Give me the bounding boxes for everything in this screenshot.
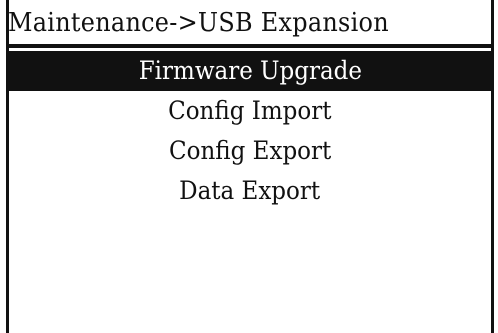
page-title: Maintenance->USB Expansion bbox=[8, 8, 389, 38]
menu-item-label: Config Import bbox=[168, 96, 332, 125]
device-screen: Maintenance->USB Expansion Firmware Upgr… bbox=[0, 0, 498, 333]
menu-item-config-export[interactable]: Config Export bbox=[9, 131, 491, 171]
menu-item-label: Config Export bbox=[168, 136, 332, 165]
title-divider bbox=[6, 44, 494, 48]
menu-item-label: Data Export bbox=[179, 176, 321, 205]
menu-item-data-export[interactable]: Data Export bbox=[9, 171, 491, 211]
usb-expansion-menu: Firmware Upgrade Config Import Config Ex… bbox=[9, 51, 491, 211]
screen-border-right bbox=[491, 0, 494, 333]
menu-item-firmware-upgrade[interactable]: Firmware Upgrade bbox=[9, 51, 491, 91]
menu-item-config-import[interactable]: Config Import bbox=[9, 91, 491, 131]
menu-item-label: Firmware Upgrade bbox=[138, 56, 362, 85]
